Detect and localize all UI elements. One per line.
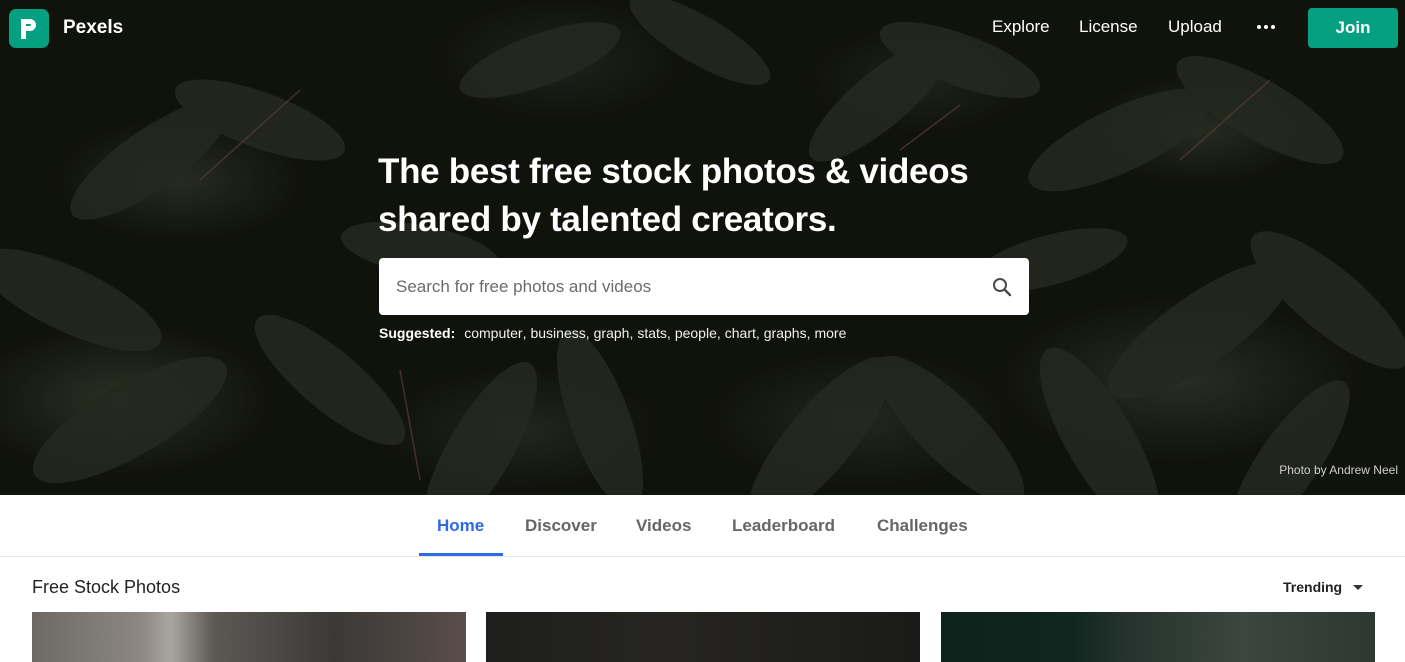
suggestion-graphs[interactable]: graphs xyxy=(764,325,807,341)
hero-headline-line2: shared by talented creators. xyxy=(378,200,837,239)
section-title: Free Stock Photos xyxy=(32,577,181,597)
tab-home[interactable]: Home xyxy=(437,516,484,536)
hero-headline: The best free stock photos & videos shar… xyxy=(378,148,1018,244)
hero-overlay xyxy=(0,0,1405,495)
brand-name[interactable]: Pexels xyxy=(63,17,123,39)
hero-headline-line1: The best free stock photos & videos xyxy=(378,152,969,191)
search-icon[interactable] xyxy=(990,275,1014,299)
sort-dropdown[interactable]: Trending xyxy=(1283,579,1364,595)
suggestion-more[interactable]: more xyxy=(814,325,846,341)
chevron-down-icon xyxy=(1353,584,1364,590)
tab-challenges[interactable]: Challenges xyxy=(877,516,968,536)
suggested-label: Suggested: xyxy=(379,325,456,341)
suggestion-stats[interactable]: stats xyxy=(637,325,667,341)
photo-card[interactable] xyxy=(486,612,920,662)
tab-leaderboard[interactable]: Leaderboard xyxy=(732,516,835,536)
photo-card[interactable] xyxy=(941,612,1375,662)
tab-discover[interactable]: Discover xyxy=(525,516,597,536)
nav-explore-link[interactable]: Explore xyxy=(992,17,1050,37)
search-input[interactable] xyxy=(379,258,986,315)
suggestion-chart[interactable]: chart xyxy=(725,325,756,341)
photo-credit[interactable]: Photo by Andrew Neel xyxy=(1279,463,1398,477)
main-tabs: Home Discover Videos Leaderboard Challen… xyxy=(0,495,1405,557)
pexels-logo[interactable] xyxy=(9,9,49,48)
suggested-searches: Suggested: computer, business, graph, st… xyxy=(379,325,847,341)
nav-license-link[interactable]: License xyxy=(1079,17,1138,37)
suggestion-computer[interactable]: computer xyxy=(464,325,522,341)
active-tab-indicator xyxy=(419,553,503,556)
suggestion-people[interactable]: people xyxy=(675,325,717,341)
ellipsis-icon[interactable] xyxy=(1255,16,1277,38)
nav-upload-link[interactable]: Upload xyxy=(1168,17,1222,37)
join-button[interactable]: Join xyxy=(1308,8,1398,48)
tab-videos[interactable]: Videos xyxy=(636,516,691,536)
search-bar xyxy=(379,258,1029,315)
photo-card[interactable] xyxy=(32,612,466,662)
sort-dropdown-label: Trending xyxy=(1283,579,1343,595)
suggestion-business[interactable]: business xyxy=(530,325,585,341)
hero-banner xyxy=(0,0,1405,495)
pexels-logo-icon xyxy=(21,18,36,39)
suggestion-graph[interactable]: graph xyxy=(594,325,630,341)
